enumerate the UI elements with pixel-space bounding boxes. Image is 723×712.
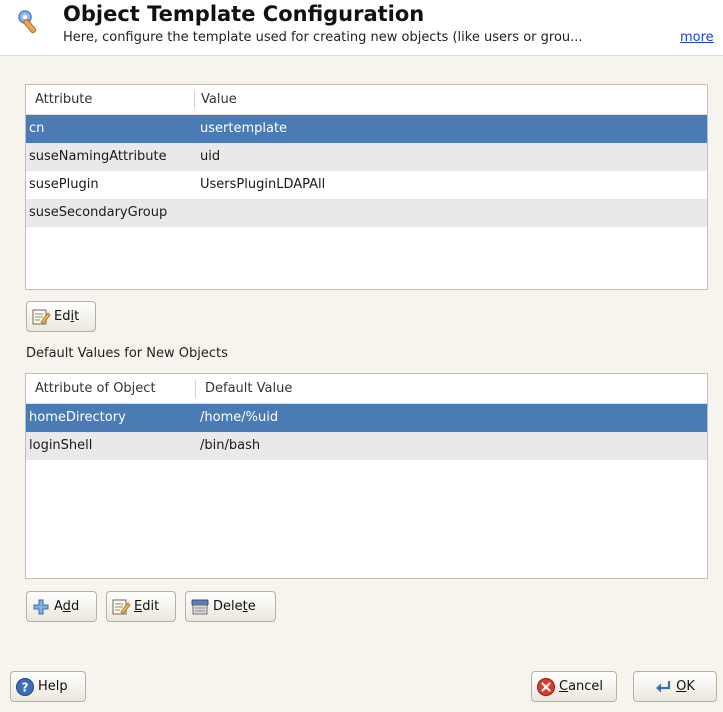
- default-values-table[interactable]: Attribute of Object Default Value homeDi…: [25, 373, 708, 579]
- cell-attribute: homeDirectory: [29, 410, 126, 425]
- delete-icon: [191, 599, 209, 614]
- cell-value: /home/%uid: [200, 410, 279, 425]
- button-label: OK: [676, 679, 695, 694]
- column-header-default-value[interactable]: Default Value: [205, 381, 292, 396]
- cell-value: usertemplate: [200, 121, 288, 136]
- cell-value: UsersPluginLDAPAll: [200, 177, 326, 192]
- cell-value: uid: [200, 149, 221, 164]
- button-label: Add: [54, 599, 80, 614]
- help-icon: ?: [16, 677, 34, 696]
- svg-text:?: ?: [22, 680, 29, 694]
- add-icon: [33, 599, 49, 614]
- edit-icon: [112, 599, 131, 615]
- column-header-attribute[interactable]: Attribute: [35, 92, 92, 107]
- template-attributes-table[interactable]: Attribute Value cn usertemplate suseNami…: [25, 84, 708, 290]
- cell-attribute: loginShell: [29, 438, 93, 453]
- edit-default-button[interactable]: Edit: [106, 591, 176, 622]
- button-label: Edit: [54, 309, 80, 324]
- cell-attribute: cn: [29, 121, 45, 136]
- button-label: Help: [38, 679, 68, 694]
- button-label: Cancel: [559, 679, 604, 694]
- wrench-icon: [18, 10, 37, 34]
- add-button[interactable]: Add: [26, 591, 97, 622]
- more-link[interactable]: more: [680, 30, 714, 45]
- edit-icon: [32, 309, 51, 325]
- button-label: Delete: [213, 599, 256, 614]
- table-header: Attribute Value: [26, 85, 707, 115]
- table-row[interactable]: susePlugin UsersPluginLDAPAll: [26, 171, 707, 199]
- cancel-icon: [537, 677, 555, 696]
- help-button[interactable]: ? Help: [10, 671, 86, 702]
- button-label: Edit: [134, 599, 160, 614]
- column-header-attribute-of-object[interactable]: Attribute of Object: [35, 381, 156, 396]
- edit-template-button[interactable]: Edit: [26, 301, 96, 332]
- ok-button[interactable]: OK: [633, 671, 717, 702]
- cell-attribute: suseNamingAttribute: [29, 149, 167, 164]
- table-row[interactable]: suseNamingAttribute uid: [26, 143, 707, 171]
- table-row[interactable]: suseSecondaryGroup: [26, 199, 707, 227]
- table-row[interactable]: loginShell /bin/bash: [26, 432, 707, 460]
- cell-attribute: susePlugin: [29, 177, 99, 192]
- delete-button[interactable]: Delete: [185, 591, 276, 622]
- column-header-value[interactable]: Value: [201, 92, 237, 107]
- cancel-button[interactable]: Cancel: [531, 671, 617, 702]
- table-header: Attribute of Object Default Value: [26, 374, 707, 404]
- page-title: Object Template Configuration: [63, 2, 425, 26]
- table-row[interactable]: cn usertemplate: [26, 115, 707, 143]
- ok-arrow-icon: [656, 680, 671, 692]
- page-subtitle: Here, configure the template used for cr…: [63, 30, 583, 45]
- table-row[interactable]: homeDirectory /home/%uid: [26, 404, 707, 432]
- defaults-section-label: Default Values for New Objects: [26, 346, 228, 361]
- cell-attribute: suseSecondaryGroup: [29, 205, 168, 220]
- dialog-header: Object Template Configuration Here, conf…: [0, 0, 723, 56]
- cell-value: /bin/bash: [200, 438, 261, 453]
